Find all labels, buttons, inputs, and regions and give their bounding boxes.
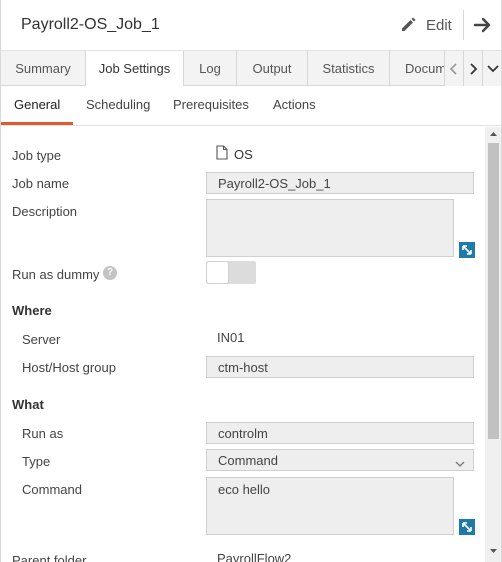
- tabs-scroll-right-icon[interactable]: [463, 51, 482, 86]
- job-type-label: Job type: [12, 148, 62, 163]
- run-as-label: Run as: [22, 426, 64, 441]
- command-label: Command: [22, 482, 82, 497]
- job-type-value: OS: [216, 145, 253, 163]
- job-name-label: Job name: [12, 176, 70, 191]
- chevron-down-icon: [455, 456, 465, 471]
- main-tab-bar: Summary Job Settings Log Output Statisti…: [1, 51, 501, 87]
- server-value: IN01: [217, 330, 245, 345]
- scrollbar-thumb[interactable]: [488, 143, 499, 439]
- command-expand-icon[interactable]: [459, 519, 475, 535]
- command-textarea[interactable]: eco hello: [206, 477, 454, 535]
- where-section-heading: Where: [12, 303, 52, 318]
- arrow-right-icon[interactable]: [473, 14, 493, 36]
- pencil-icon: [400, 15, 418, 36]
- tab-job-settings[interactable]: Job Settings: [86, 51, 184, 87]
- run-as-field[interactable]: controlm: [206, 422, 474, 444]
- header-divider: [463, 10, 464, 40]
- general-settings-form: Job type OS Job name Payroll2-OS_Job_1 D…: [1, 127, 485, 562]
- parent-folder-label: Parent folder: [12, 553, 87, 562]
- description-expand-icon[interactable]: [459, 242, 475, 258]
- subtab-scheduling[interactable]: Scheduling: [86, 97, 150, 112]
- edit-label: Edit: [426, 16, 452, 34]
- what-section-heading: What: [12, 397, 44, 412]
- run-as-dummy-toggle[interactable]: [206, 261, 256, 284]
- description-label: Description: [12, 204, 78, 219]
- subtab-actions[interactable]: Actions: [273, 97, 316, 112]
- scroll-down-icon[interactable]: [485, 544, 501, 558]
- type-select[interactable]: Command: [206, 449, 474, 471]
- parent-folder-value: PayrollFlow2: [217, 551, 292, 562]
- host-field[interactable]: ctm-host: [206, 356, 474, 378]
- run-as-dummy-label: Run as dummy: [12, 267, 100, 282]
- toggle-knob: [207, 262, 228, 283]
- tab-documentation[interactable]: Documentation: [390, 51, 444, 86]
- job-details-panel: Payroll2-OS_Job_1 Edit Summary Job Setti…: [0, 0, 502, 562]
- sub-tab-bar: General Scheduling Prerequisites Actions: [1, 86, 501, 126]
- server-label: Server: [22, 332, 61, 347]
- type-label: Type: [22, 454, 51, 469]
- job-name-field[interactable]: Payroll2-OS_Job_1: [206, 172, 474, 194]
- subtab-general[interactable]: General: [14, 97, 60, 112]
- host-label: Host/Host group: [22, 360, 116, 375]
- job-title: Payroll2-OS_Job_1: [21, 16, 160, 33]
- tabs-scroll-left-icon[interactable]: [444, 51, 463, 86]
- active-subtab-indicator: [1, 122, 73, 125]
- edit-button[interactable]: Edit: [400, 14, 452, 36]
- tab-output[interactable]: Output: [237, 51, 308, 86]
- tab-statistics[interactable]: Statistics: [308, 51, 390, 86]
- job-type-text: OS: [234, 146, 253, 162]
- tab-summary[interactable]: Summary: [1, 51, 86, 86]
- help-icon[interactable]: ?: [103, 266, 117, 280]
- vertical-scrollbar[interactable]: [485, 127, 501, 562]
- type-select-value: Command: [218, 453, 278, 468]
- subtab-prerequisites[interactable]: Prerequisites: [173, 97, 249, 112]
- description-textarea[interactable]: [206, 199, 454, 257]
- tabs-more-chevron-down-icon[interactable]: [482, 51, 501, 86]
- tab-log[interactable]: Log: [184, 51, 237, 86]
- scroll-up-icon[interactable]: [485, 127, 501, 141]
- panel-header: Payroll2-OS_Job_1 Edit: [1, 0, 501, 51]
- document-icon: [216, 145, 228, 163]
